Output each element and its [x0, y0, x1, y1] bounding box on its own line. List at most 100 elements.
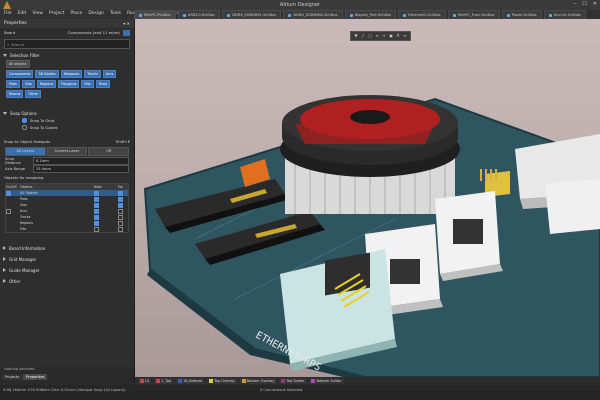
- layer-tab-bottom-solder[interactable]: Bottom Solder: [309, 378, 344, 384]
- minimize-button[interactable]: –: [574, 1, 577, 7]
- layer-tab-bottom-overlay[interactable]: Bottom Overlay: [239, 378, 277, 384]
- off-button[interactable]: Off: [88, 147, 130, 156]
- filter-vias[interactable]: Vias: [21, 80, 35, 88]
- axis-range-input[interactable]: 25.4mm: [33, 165, 129, 173]
- filter-fills[interactable]: Fills: [81, 80, 94, 88]
- snap-distance-field: Snap Distance 0.1mm: [0, 157, 134, 165]
- route-icon[interactable]: ╱: [360, 33, 366, 39]
- snap-hotspots-label: Snap to Object Hotspots: [4, 139, 51, 144]
- connections-status: 0 Connections Selected: [260, 388, 303, 392]
- near-checkbox[interactable]: [94, 214, 99, 220]
- layer-tab-bottom[interactable]: 16_Bottom: [176, 378, 205, 384]
- tab-projects[interactable]: Projects: [2, 374, 23, 380]
- near-checkbox[interactable]: [94, 196, 99, 202]
- snap-to-grids-checkbox[interactable]: Snap To Grids: [0, 117, 134, 124]
- dimension-icon[interactable]: ↔: [402, 33, 408, 39]
- filter-keepouts[interactable]: Keepouts: [60, 70, 83, 78]
- near-checkbox[interactable]: [94, 208, 99, 214]
- filter-arcs[interactable]: Arcs: [103, 70, 117, 78]
- panel-title: Properties: [4, 21, 27, 26]
- pcb-3d-view[interactable]: ETHERNET-RPS: [135, 19, 600, 377]
- checkbox-icon[interactable]: [6, 190, 11, 196]
- shortcut-label: Shift+E: [115, 139, 130, 144]
- sch-doc-icon: [548, 13, 552, 17]
- filter-icon[interactable]: [123, 29, 130, 36]
- far-checkbox[interactable]: [118, 190, 123, 196]
- panel-menu-icon[interactable]: ▾ ✕: [123, 19, 130, 28]
- layer-color-swatch: [311, 379, 316, 383]
- filter-components[interactable]: Components: [6, 70, 34, 78]
- section-grid-manager[interactable]: Grid Manager: [0, 255, 134, 263]
- maximize-button[interactable]: ☐: [582, 1, 586, 7]
- layer-color-swatch: [156, 379, 161, 383]
- far-checkbox[interactable]: [118, 214, 123, 220]
- checkbox-icon[interactable]: [6, 208, 11, 214]
- axis-range-field: Axis Range 25.4mm: [0, 165, 134, 173]
- snapping-objects-table: On/Off Objects Near Far All Objects Pads…: [5, 183, 129, 233]
- checkbox-icon: [22, 118, 27, 123]
- menu-edit[interactable]: Edit: [18, 11, 27, 16]
- filter-pads[interactable]: Pads: [6, 80, 20, 88]
- select-icon[interactable]: ◻: [367, 33, 373, 39]
- filter-rooms[interactable]: Rooms: [6, 90, 24, 98]
- filter-regions[interactable]: Regions: [36, 80, 57, 88]
- filter-polygons[interactable]: Polygons: [58, 80, 80, 88]
- chevron-right-icon: [3, 279, 6, 283]
- menu-tools[interactable]: Tools: [110, 11, 121, 16]
- text-icon[interactable]: A: [395, 33, 401, 39]
- component-icon[interactable]: ▣: [388, 33, 394, 39]
- chevron-right-icon: [3, 246, 6, 250]
- near-checkbox[interactable]: [94, 202, 99, 208]
- sch-doc-icon: [288, 13, 292, 17]
- near-checkbox[interactable]: [94, 190, 99, 196]
- layer-color-swatch: [241, 379, 246, 383]
- section-guide-manager[interactable]: Guide Manager: [0, 266, 134, 274]
- snap-to-guides-checkbox[interactable]: Snap To Guides: [0, 124, 134, 131]
- filter-3d-bodies[interactable]: 3D Bodies: [35, 70, 59, 78]
- near-checkbox[interactable]: [94, 220, 99, 226]
- snap-distance-input[interactable]: 0.1mm: [33, 157, 129, 165]
- tab-properties[interactable]: Properties: [23, 374, 48, 380]
- section-selection-filter[interactable]: Selection Filter: [0, 51, 134, 59]
- section-board-information[interactable]: Board Information: [0, 244, 134, 252]
- layer-tab-top-overlay[interactable]: Top Overlay: [207, 378, 237, 384]
- menu-design[interactable]: Design: [88, 11, 104, 16]
- section-snap-options[interactable]: Snap Options: [0, 109, 134, 117]
- far-checkbox[interactable]: [118, 202, 123, 208]
- close-button[interactable]: ✕: [593, 1, 597, 7]
- panel-footer: Nothing selected Projects Properties: [0, 367, 134, 381]
- far-checkbox[interactable]: [118, 196, 123, 202]
- near-checkbox[interactable]: [94, 226, 99, 232]
- table-row[interactable]: Fills: [6, 226, 128, 232]
- layer-color-swatch: [209, 379, 214, 383]
- pcb-doc-icon: [139, 13, 142, 17]
- layer-tab-top[interactable]: 1_Top: [154, 378, 174, 384]
- chevron-right-icon: [3, 257, 6, 261]
- far-checkbox[interactable]: [118, 226, 123, 232]
- current-layer-button[interactable]: Current Layer: [46, 147, 88, 156]
- layer-mode-segmented: All Layers Current Layer Off: [5, 147, 130, 156]
- filter-icon[interactable]: ▼: [353, 33, 359, 39]
- far-checkbox[interactable]: [118, 208, 123, 214]
- place-icon[interactable]: +: [381, 33, 387, 39]
- cpu-cooler: [280, 95, 460, 214]
- menu-file[interactable]: File: [4, 11, 12, 16]
- layer-tab-top-solder[interactable]: Top Solder: [279, 378, 307, 384]
- align-icon[interactable]: ≡: [374, 33, 380, 39]
- far-checkbox[interactable]: [118, 220, 123, 226]
- board-3d-render: ETHERNET-RPS: [143, 95, 600, 377]
- chevron-down-icon: [3, 53, 7, 57]
- filter-texts[interactable]: Texts: [95, 80, 111, 88]
- all-layers-button[interactable]: All Layers: [5, 147, 46, 156]
- filter-other[interactable]: Other: [25, 90, 42, 98]
- layer-color-swatch: [178, 379, 183, 383]
- menu-view[interactable]: View: [32, 11, 43, 16]
- layer-tab-ls[interactable]: LS: [138, 378, 152, 384]
- menu-place[interactable]: Place: [70, 11, 82, 16]
- layer-color-swatch: [281, 379, 286, 383]
- search-input[interactable]: ⌕ Search: [4, 39, 130, 49]
- filter-tracks[interactable]: Tracks: [84, 70, 101, 78]
- section-other[interactable]: Other: [0, 277, 134, 285]
- all-objects-button[interactable]: All objects: [6, 60, 30, 68]
- menu-project[interactable]: Project: [49, 11, 64, 16]
